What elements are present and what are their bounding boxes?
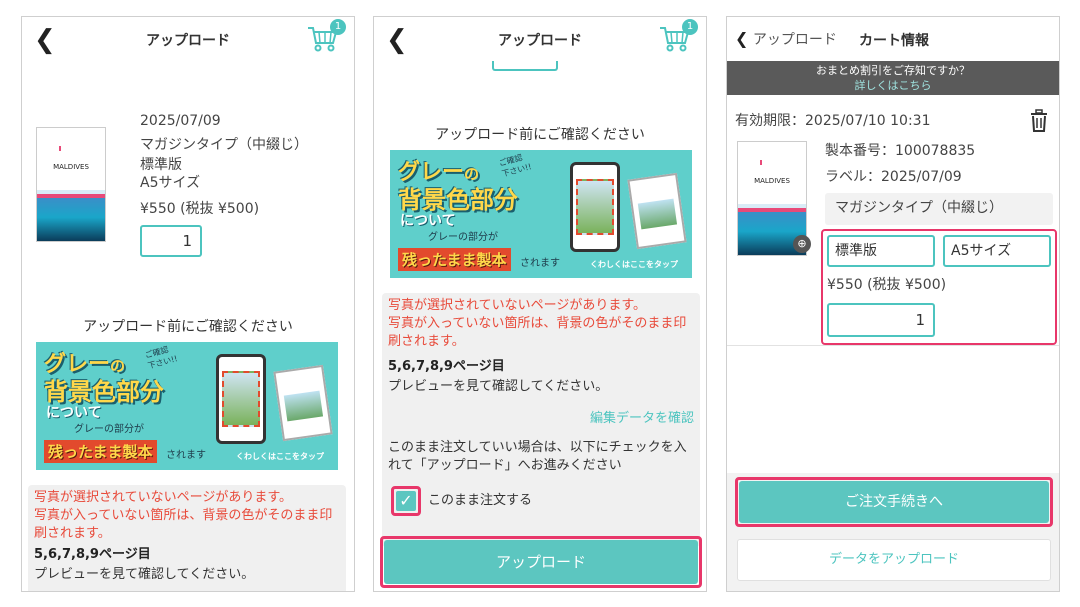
divider (727, 345, 1059, 346)
quantity-input-scrolled[interactable] (492, 61, 558, 71)
preview-note: プレビューを見て確認してください。 (34, 567, 255, 582)
warning-line-1: 写真が選択されていないページがあります。 (388, 298, 647, 313)
product-type: マガジンタイプ（中綴じ） (140, 137, 308, 153)
product-number: 製本番号：100078835 (825, 143, 976, 159)
banner-book-illustration (627, 172, 687, 250)
banner-phone-illustration (216, 354, 266, 444)
edition: 標準版 (140, 157, 182, 173)
expiry-date: 有効期限：2025/07/10 10:31 (735, 113, 931, 129)
back-chevron-icon: ❮ (735, 29, 749, 48)
warning-line-1: 写真が選択されていないページがあります。 (34, 490, 293, 505)
back-label: アップロード (752, 32, 837, 48)
banner-warning-label: 残ったまま製本 (44, 440, 157, 463)
screen-upload-2: ❮ アップロード 1 アップロード前にご確認ください グレーの ご確認 下さい!… (373, 16, 707, 592)
warning-line-2: 写真が入っていない箇所は、背景の色がそのまま印刷されます。 (388, 316, 687, 349)
flag-mark-icon (760, 160, 770, 165)
back-button[interactable]: ❮ アップロード (735, 29, 837, 49)
page-title: アップロード (146, 33, 230, 49)
checkout-button-highlight (735, 477, 1053, 527)
upload-button-highlight (380, 536, 702, 588)
screen-cart: ❮ アップロード カート情報 おまとめ割引をご存知ですか？ 詳しくはこちら 有効… (726, 16, 1060, 592)
warning-panel: 写真が選択されていないページがあります。 写真が入っていない箇所は、背景の色がそ… (28, 485, 346, 591)
thumbnail-title: MALDIVES (754, 177, 790, 185)
flag-mark-icon (59, 146, 69, 151)
header: ❮ アップロード カート情報 (727, 17, 1059, 61)
cart-button[interactable]: 1 (306, 19, 346, 53)
affected-pages: 5,6,7,8,9ページ目 (388, 359, 505, 374)
bundle-discount-bar[interactable]: おまとめ割引をご存知ですか？ 詳しくはこちら (727, 61, 1059, 95)
page-title: カート情報 (859, 33, 929, 49)
cart-button[interactable]: 1 (658, 19, 698, 53)
banner-suffix: されます (520, 258, 560, 269)
banner-book-illustration (273, 364, 333, 442)
order-date: 2025/07/09 (140, 113, 221, 129)
header: ❮ アップロード 1 (374, 17, 706, 63)
confirm-heading: アップロード前にご確認ください (83, 319, 293, 335)
label: ラベル：2025/07/09 (825, 169, 962, 185)
banner-about: について (400, 213, 456, 229)
upload-data-button[interactable]: データをアップロード (737, 539, 1051, 581)
header: ❮ アップロード 1 (22, 17, 354, 63)
cart-count-badge: 1 (330, 19, 346, 35)
quantity-input[interactable]: 1 (140, 225, 202, 257)
warning-line-2: 写真が入っていない箇所は、背景の色がそのまま印刷されます。 (34, 508, 333, 541)
screen-upload-1: ❮ アップロード 1 MALDIVES 2025/07/09 マガジンタイプ（中… (21, 16, 355, 592)
banner-tap-text: くわしくはここをタップ (236, 452, 324, 461)
banner-phone-illustration (570, 162, 620, 252)
instruction-text: このまま注文していい場合は、以下にチェックを入れて「アップロード」へお進みくださ… (388, 440, 687, 473)
banner-suffix: されます (166, 450, 206, 461)
discount-link[interactable]: 詳しくはこちら (727, 78, 1059, 93)
banner-about: について (46, 405, 102, 421)
banner-warning-label: 残ったまま製本 (398, 248, 511, 271)
confirm-heading: アップロード前にご確認ください (435, 127, 645, 143)
product-type: マガジンタイプ（中綴じ） (825, 193, 1053, 225)
size: A5サイズ (140, 175, 201, 191)
banner-bubble: ご確認 下さい!! (143, 345, 179, 371)
price: ¥550 (税抜 ¥500) (140, 201, 260, 217)
thumb-photo (37, 198, 105, 241)
trash-icon[interactable] (1029, 109, 1049, 137)
banner-subtext: グレーの部分が (74, 424, 144, 435)
book-thumbnail[interactable]: MALDIVES (36, 127, 106, 242)
banner-subtext: グレーの部分が (428, 232, 498, 243)
edit-data-link[interactable]: 編集データを確認 (590, 409, 694, 429)
discount-question: おまとめ割引をご存知ですか？ (816, 64, 970, 77)
checkbox-highlight (391, 486, 421, 516)
affected-pages: 5,6,7,8,9ページ目 (34, 547, 151, 562)
options-highlight (821, 229, 1057, 345)
thumbnail-title: MALDIVES (53, 163, 89, 171)
banner-bubble: ご確認 下さい!! (497, 153, 533, 179)
banner-tap-text: くわしくはここをタップ (590, 260, 678, 269)
page-title: アップロード (498, 33, 582, 49)
checkbox-label[interactable]: このまま注文する (428, 491, 532, 511)
gray-background-info-banner[interactable]: グレーの ご確認 下さい!! 背景色部分 について グレーの部分が 残ったまま製… (36, 342, 338, 470)
zoom-icon[interactable]: ⊕ (793, 235, 811, 253)
warning-panel: 写真が選択されていないページがあります。 写真が入っていない箇所は、背景の色がそ… (382, 293, 700, 547)
gray-background-info-banner[interactable]: グレーの ご確認 下さい!! 背景色部分 について グレーの部分が 残ったまま製… (390, 150, 692, 278)
cart-count-badge: 1 (682, 19, 698, 35)
preview-note: プレビューを見て確認してください。 (388, 379, 609, 394)
